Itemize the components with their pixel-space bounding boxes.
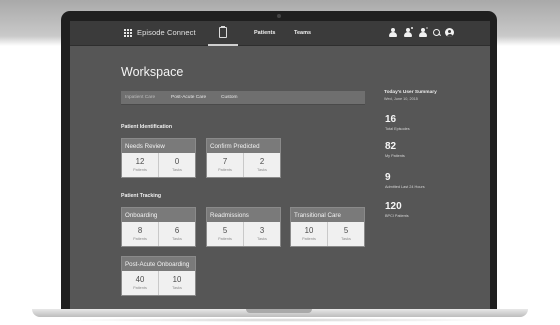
stat-label: Tasks [341,237,351,241]
stat-value: 40 [135,275,145,284]
stat-tasks[interactable]: 0 Tasks [158,153,195,177]
stat-value: 8 [137,226,143,235]
top-navigation: Episode Connect Patients Teams [70,21,490,46]
summary-admitted-value: 9 [385,172,391,183]
stat-label: Patients [218,168,232,172]
nav-link-teams[interactable]: Teams [294,30,311,36]
summary-bpci-patients-label: BPCI Patients [385,214,409,218]
card-readmissions[interactable]: Readmissions 5 Patients 3 Tasks [206,207,281,247]
summary-title: Today's User Summary [384,90,437,95]
laptop-notch [246,309,312,313]
workspace-tabs: Inpatient Care Post-Acute Care Custom [121,91,365,105]
stat-patients[interactable]: 40 Patients [122,271,158,295]
summary-my-patients-label: My Patients [385,154,405,158]
stat-value: 12 [135,157,145,166]
users-icon[interactable] [388,27,398,38]
summary-my-patients-value: 82 [385,141,397,152]
section-patient-tracking: Patient Tracking [121,193,162,199]
summary-total-episodes-value: 16 [385,114,397,125]
stat-label: Patients [302,237,316,241]
stat-label: Patients [133,286,147,290]
card-title: Readmissions [207,208,280,222]
summary-bpci-patients-value: 120 [385,201,402,212]
stat-patients[interactable]: 7 Patients [207,153,243,177]
stat-tasks[interactable]: 2 Tasks [243,153,280,177]
app-title[interactable]: Episode Connect [137,28,196,37]
stat-tasks[interactable]: 10 Tasks [158,271,195,295]
summary-admitted-label: Admitted Last 24 Hours [385,185,425,189]
stat-patients[interactable]: 8 Patients [122,222,158,246]
card-title: Transitional Care [291,208,364,222]
card-title: Onboarding [122,208,195,222]
summary-total-episodes-label: Total Episodes [385,127,410,131]
stat-label: Tasks [257,168,267,172]
stat-value: 0 [174,157,180,166]
card-confirm-predicted[interactable]: Confirm Predicted 7 Patients 2 Tasks [206,138,281,178]
stat-label: Tasks [172,286,182,290]
stat-value: 2 [259,157,265,166]
stat-value: 10 [172,275,182,284]
card-title: Needs Review [122,139,195,153]
stat-value: 10 [304,226,314,235]
stat-value: 5 [222,226,228,235]
grid-icon[interactable] [124,29,132,37]
stat-label: Patients [133,168,147,172]
stat-label: Tasks [257,237,267,241]
stat-value: 6 [174,226,180,235]
stat-tasks[interactable]: 3 Tasks [243,222,280,246]
notification-icon[interactable] [418,26,429,38]
tab-custom[interactable]: Custom [221,95,238,100]
nav-actions [388,26,454,38]
avatar-icon[interactable] [445,28,454,37]
card-transitional-care[interactable]: Transitional Care 10 Patients 5 Tasks [290,207,365,247]
app-screen: Episode Connect Patients Teams Workspace… [70,21,490,309]
card-onboarding[interactable]: Onboarding 8 Patients 6 Tasks [121,207,196,247]
stat-value: 3 [259,226,265,235]
camera [277,14,281,18]
card-post-acute-onboarding[interactable]: Post-Acute Onboarding 40 Patients 10 Tas… [121,256,196,296]
stat-label: Patients [218,237,232,241]
stat-patients[interactable]: 12 Patients [122,153,158,177]
stat-tasks[interactable]: 5 Tasks [327,222,364,246]
stat-label: Tasks [172,237,182,241]
nav-link-patients[interactable]: Patients [254,30,275,36]
stat-patients[interactable]: 10 Patients [291,222,327,246]
card-title: Confirm Predicted [207,139,280,153]
card-title: Post-Acute Onboarding [122,257,195,271]
stat-patients[interactable]: 5 Patients [207,222,243,246]
stat-label: Tasks [172,168,182,172]
nav-clipboard-tab[interactable] [208,21,238,46]
tab-inpatient-care[interactable]: Inpatient Care [125,95,155,100]
add-user-icon[interactable] [403,26,414,38]
summary-date: Wed, June 10, 2015 [384,97,418,101]
page-title: Workspace [121,65,184,79]
clipboard-icon [219,26,227,38]
card-needs-review[interactable]: Needs Review 12 Patients 0 Tasks [121,138,196,178]
search-icon[interactable] [433,28,440,37]
laptop-shadow [60,318,500,322]
stat-value: 5 [343,226,349,235]
stat-tasks[interactable]: 6 Tasks [158,222,195,246]
stat-value: 7 [222,157,228,166]
section-patient-identification: Patient Identification [121,124,173,130]
stat-label: Patients [133,237,147,241]
tab-post-acute-care[interactable]: Post-Acute Care [171,95,206,100]
